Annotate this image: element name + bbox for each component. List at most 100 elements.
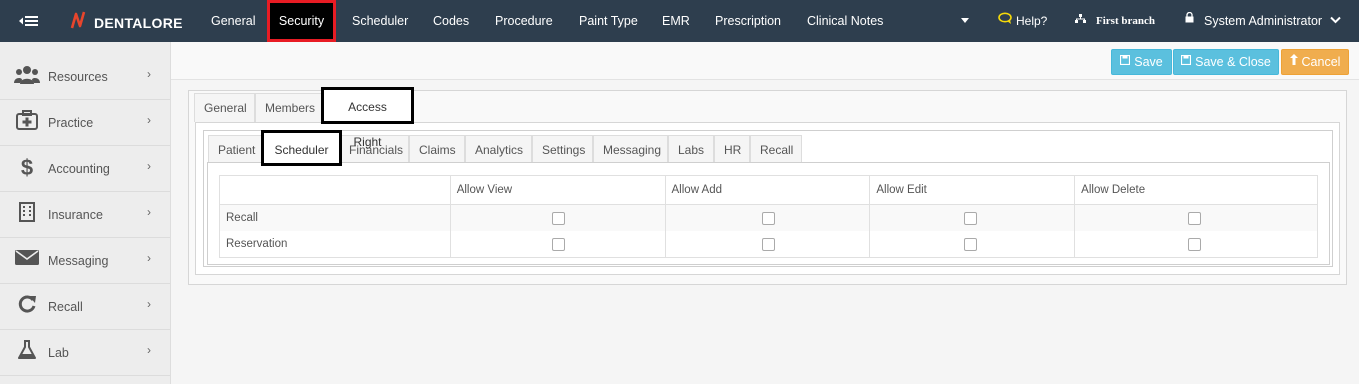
sidebar-item-label: Messaging bbox=[48, 254, 109, 268]
cancel-button[interactable]: Cancel bbox=[1281, 49, 1349, 75]
app-logo[interactable]: DENTALORE bbox=[70, 10, 183, 36]
sidebar-item-label: Lab bbox=[48, 346, 69, 360]
save-close-button[interactable]: Save & Close bbox=[1173, 49, 1279, 75]
column-header-allow-add: Allow Add bbox=[664, 175, 871, 205]
sidebar-item-accounting[interactable]: $ Accounting › bbox=[0, 146, 170, 192]
nav-procedure[interactable]: Procedure bbox=[495, 0, 553, 42]
tab-settings[interactable]: Settings bbox=[532, 135, 593, 164]
tab-claims[interactable]: Claims bbox=[409, 135, 465, 164]
permission-name: Reservation bbox=[219, 231, 451, 258]
sidebar: Resources › Practice › $ Accounting › In… bbox=[0, 42, 171, 384]
flask-icon bbox=[14, 340, 40, 364]
allow-view-cell bbox=[449, 204, 666, 231]
help-link[interactable]: Help? bbox=[998, 0, 1047, 42]
sidebar-item-label: Practice bbox=[48, 116, 94, 130]
sidebar-item-recall[interactable]: Recall › bbox=[0, 284, 170, 330]
allow-delete-checkbox[interactable] bbox=[1188, 211, 1202, 225]
allow-add-checkbox[interactable] bbox=[761, 211, 775, 225]
allow-view-checkbox[interactable] bbox=[551, 237, 565, 251]
branch-selector[interactable]: First branch bbox=[1075, 0, 1155, 42]
more-menu-caret-icon[interactable] bbox=[961, 18, 969, 23]
allow-add-cell bbox=[664, 204, 871, 231]
tab-patient[interactable]: Patient bbox=[208, 135, 265, 164]
users-icon bbox=[14, 64, 40, 88]
sidebar-item-practice[interactable]: Practice › bbox=[0, 100, 170, 146]
lock-icon bbox=[1185, 0, 1194, 42]
permission-name: Recall bbox=[219, 204, 451, 231]
save-button[interactable]: Save bbox=[1111, 49, 1172, 75]
floppy-disk-icon bbox=[1181, 50, 1192, 74]
save-label: Save bbox=[1134, 55, 1163, 69]
nav-codes[interactable]: Codes bbox=[433, 0, 469, 42]
envelope-icon bbox=[14, 248, 40, 272]
sidebar-item-label: Resources bbox=[48, 70, 108, 84]
tab-members[interactable]: Members bbox=[255, 93, 324, 122]
sidebar-item-lab[interactable]: Lab › bbox=[0, 330, 170, 376]
dollar-icon: $ bbox=[20, 155, 34, 180]
chevron-right-icon: › bbox=[147, 113, 151, 127]
nav-security[interactable]: Security bbox=[267, 0, 336, 42]
allow-edit-cell bbox=[869, 231, 1076, 258]
table-row: Reservation bbox=[219, 231, 1318, 258]
refresh-icon bbox=[14, 294, 40, 318]
tab-labs[interactable]: Labs bbox=[668, 135, 714, 164]
tab-scheduler[interactable]: Scheduler bbox=[261, 130, 342, 166]
allow-view-checkbox[interactable] bbox=[551, 211, 565, 225]
nav-scheduler[interactable]: Scheduler bbox=[352, 0, 408, 42]
user-name: System Administrator bbox=[1204, 14, 1323, 28]
table-header-row: Allow View Allow Add Allow Edit Allow De… bbox=[219, 175, 1318, 205]
table-row: Recall bbox=[219, 204, 1318, 231]
allow-edit-checkbox[interactable] bbox=[964, 237, 978, 251]
sidebar-item-resources[interactable]: Resources › bbox=[0, 54, 170, 100]
chevron-right-icon: › bbox=[147, 297, 151, 311]
allow-delete-checkbox[interactable] bbox=[1188, 237, 1202, 251]
allow-add-cell bbox=[664, 231, 871, 258]
tab-access-right[interactable]: Access Right bbox=[321, 87, 414, 149]
allow-edit-checkbox[interactable] bbox=[964, 211, 978, 225]
sidebar-item-label: Accounting bbox=[48, 162, 110, 176]
building-icon bbox=[14, 202, 40, 226]
column-header-name bbox=[219, 175, 451, 205]
nav-clinical-notes[interactable]: Clinical Notes bbox=[807, 0, 883, 42]
floppy-disk-icon bbox=[1120, 50, 1131, 74]
column-header-allow-view: Allow View bbox=[449, 175, 666, 205]
chevron-right-icon: › bbox=[147, 205, 151, 219]
sidebar-item-insurance[interactable]: Insurance › bbox=[0, 192, 170, 238]
chevron-right-icon: › bbox=[147, 67, 151, 81]
nav-paint-type[interactable]: Paint Type bbox=[579, 0, 638, 42]
chevron-right-icon: › bbox=[147, 251, 151, 265]
top-navbar: DENTALORE General Security Scheduler Cod… bbox=[0, 0, 1359, 42]
tab-general[interactable]: General bbox=[194, 93, 255, 122]
save-close-label: Save & Close bbox=[1195, 55, 1271, 69]
tab-analytics[interactable]: Analytics bbox=[465, 135, 532, 164]
chevron-down-icon bbox=[1330, 0, 1341, 42]
column-header-allow-delete: Allow Delete bbox=[1074, 175, 1318, 205]
allow-add-checkbox[interactable] bbox=[761, 237, 775, 251]
allow-view-cell bbox=[449, 231, 666, 258]
allow-delete-cell bbox=[1074, 231, 1318, 258]
allow-edit-cell bbox=[869, 204, 1076, 231]
user-menu[interactable]: System Administrator bbox=[1185, 0, 1341, 42]
nav-general[interactable]: General bbox=[211, 0, 255, 42]
column-header-allow-edit: Allow Edit bbox=[869, 175, 1076, 205]
logo-mark-icon bbox=[70, 10, 86, 36]
sitemap-icon bbox=[1075, 1, 1086, 41]
tab-hr[interactable]: HR bbox=[714, 135, 750, 164]
app-name: DENTALORE bbox=[94, 15, 183, 31]
sidebar-toggle-icon[interactable] bbox=[18, 11, 40, 31]
allow-delete-cell bbox=[1074, 204, 1318, 231]
tab-recall[interactable]: Recall bbox=[750, 135, 802, 164]
level-up-icon bbox=[1289, 50, 1298, 74]
help-label: Help? bbox=[1016, 14, 1048, 28]
tab-messaging[interactable]: Messaging bbox=[593, 135, 668, 164]
cancel-label: Cancel bbox=[1301, 55, 1341, 69]
permissions-table: Allow View Allow Add Allow Edit Allow De… bbox=[219, 175, 1318, 258]
nav-prescription[interactable]: Prescription bbox=[715, 0, 781, 42]
sidebar-item-label: Recall bbox=[48, 300, 83, 314]
sidebar-item-label: Insurance bbox=[48, 208, 103, 222]
help-chat-icon bbox=[998, 0, 1014, 42]
chevron-right-icon: › bbox=[147, 159, 151, 173]
sidebar-item-messaging[interactable]: Messaging › bbox=[0, 238, 170, 284]
medkit-icon bbox=[14, 110, 40, 134]
nav-emr[interactable]: EMR bbox=[662, 0, 690, 42]
